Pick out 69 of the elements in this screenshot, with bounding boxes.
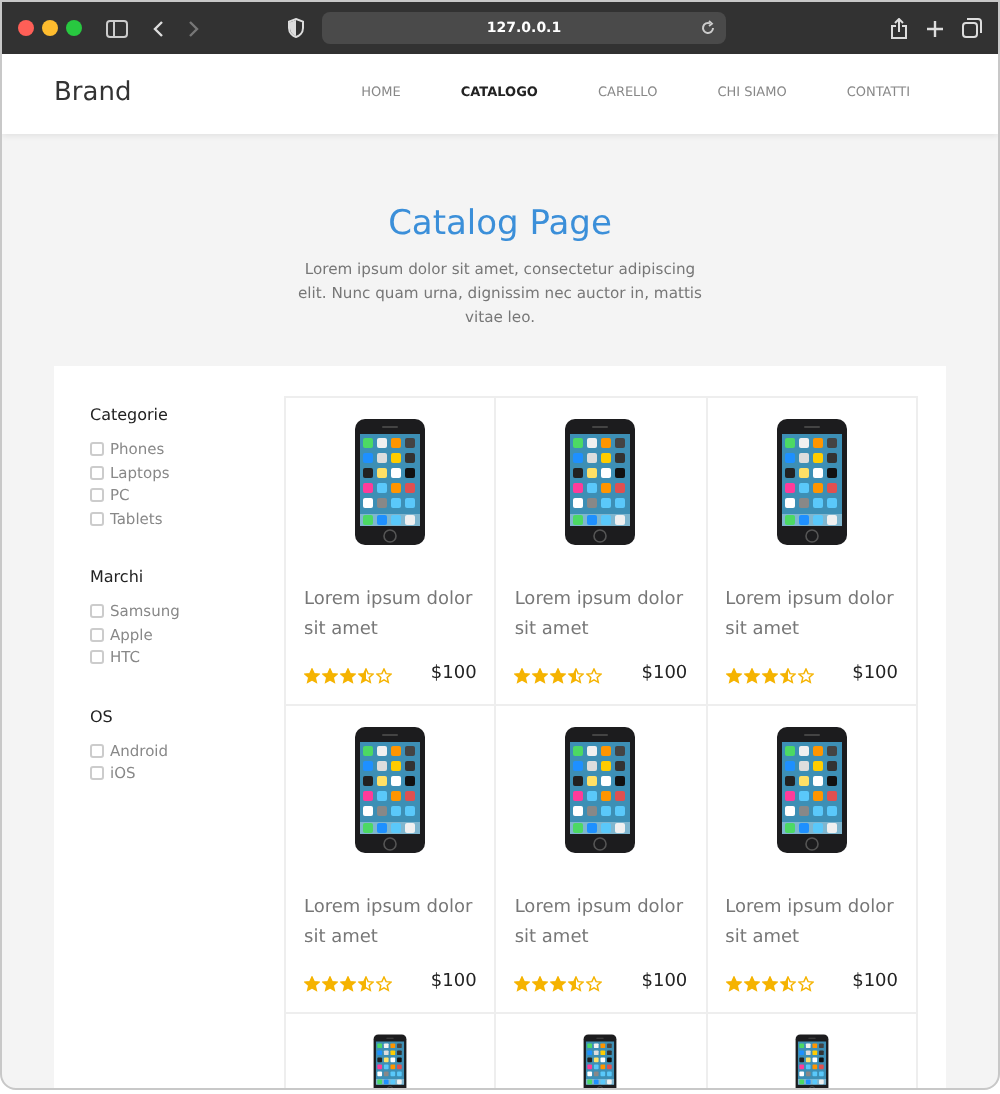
star-icon [514,975,531,992]
star-icon [568,975,585,992]
product-title: Lorem ipsum dolor sit amet [725,588,896,644]
product-card[interactable]: Lorem ipsum dolor sit amet $100 [286,706,497,1014]
checkbox[interactable] [90,511,104,526]
star-icon [586,667,603,684]
product-price: $100 [641,970,688,996]
minimize-window-icon[interactable] [42,20,58,36]
checkbox[interactable] [90,766,104,781]
star-icon [797,667,814,684]
product-card[interactable]: Lorem ipsum dolor sit amet $100 [286,398,497,706]
product-price: $100 [852,662,898,688]
filter-heading: OS [90,705,115,729]
close-window-icon[interactable] [18,20,34,36]
star-icon [779,667,796,684]
star-icon [725,975,742,992]
star-icon [586,975,603,992]
star-icon [761,667,778,684]
page-title: Catalog Page [388,202,612,246]
forward-icon[interactable] [188,19,200,37]
star-icon [550,975,567,992]
product-card[interactable]: Lorem ipsum dolor sit amet $100 [496,706,708,1014]
product-title: Lorem ipsum dolor sit amet [304,588,475,644]
product-card[interactable]: Lorem ipsum dolor sit amet $100 [707,706,918,1014]
star-icon [550,667,567,684]
phone-image [775,726,848,854]
phone-image [354,726,427,854]
product-price: $100 [641,662,688,688]
phone-image [354,418,427,546]
product-title: Lorem ipsum dolor sit amet [514,588,686,644]
star-icon [743,667,760,684]
tabs-icon[interactable] [962,18,982,38]
checkbox[interactable] [90,442,104,457]
checkbox[interactable] [90,488,104,503]
star-icon [743,975,760,992]
checkbox[interactable] [90,650,104,665]
product-price: $100 [430,662,477,688]
share-icon[interactable] [890,17,908,39]
checkbox[interactable] [90,627,104,642]
new-tab-icon[interactable] [926,19,944,37]
checkbox[interactable] [90,604,104,619]
phone-image [564,726,637,854]
phone-image [775,418,848,546]
checkbox[interactable] [90,743,104,758]
star-icon [725,667,742,684]
maximize-window-icon[interactable] [66,20,82,36]
star-icon [532,667,549,684]
product-price: $100 [430,970,477,996]
shield-icon[interactable] [288,18,304,38]
star-icon [779,975,796,992]
checkbox[interactable] [90,465,104,480]
product-card[interactable]: Lorem ipsum dolor sit amet $100 [496,398,708,706]
product-title: Lorem ipsum dolor sit amet [725,896,896,952]
reload-icon[interactable] [700,20,716,36]
filter-heading: Marchi [90,566,146,590]
star-icon [514,667,531,684]
sidebar-icon[interactable] [106,19,128,37]
star-icon [532,975,549,992]
star-icon [797,975,814,992]
product-card[interactable]: Lorem ipsum dolor sit amet $100 [707,398,918,706]
star-icon [568,667,585,684]
product-title: Lorem ipsum dolor sit amet [304,896,475,952]
star-icon [761,975,778,992]
back-icon[interactable] [152,19,164,37]
product-price: $100 [852,970,898,996]
product-title: Lorem ipsum dolor sit amet [514,896,686,952]
filter-heading: Categorie [90,404,170,428]
brand-logo[interactable]: Brand [54,74,132,114]
phone-image [564,418,637,546]
